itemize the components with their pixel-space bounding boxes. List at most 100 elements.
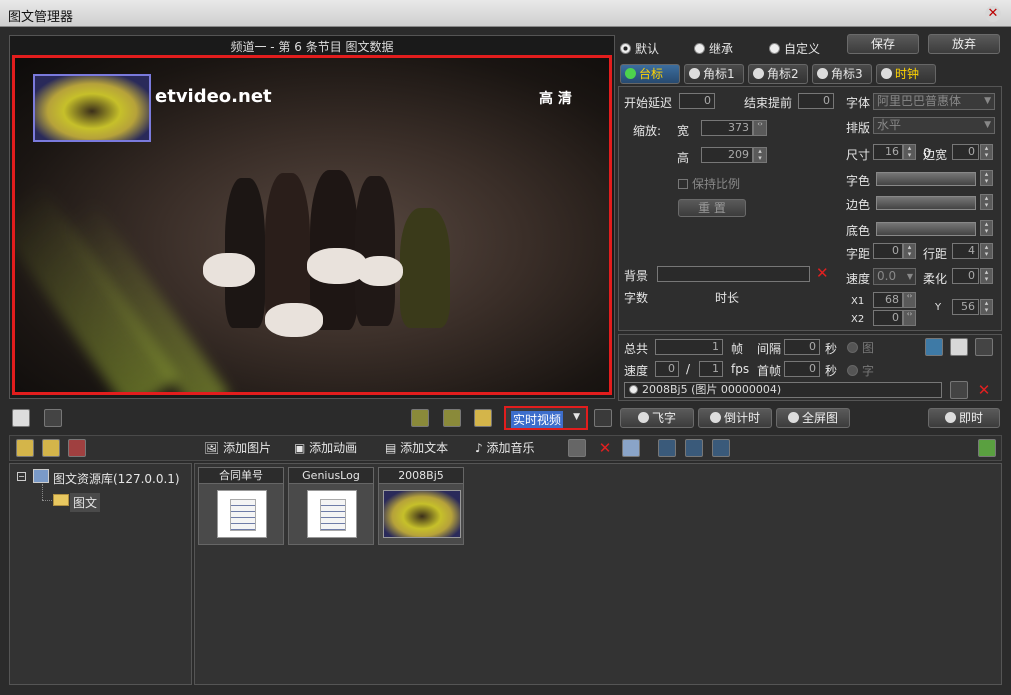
library-item[interactable]: GeniusLog [288,467,374,545]
y-input[interactable]: 56 [952,299,979,315]
save-button[interactable]: 保存 [847,34,919,54]
add-animation-button[interactable]: ▣ 添加动画 [294,440,357,456]
save-icon[interactable] [950,381,968,399]
grid-view-icon[interactable] [712,439,730,457]
x2-input[interactable]: 0 [873,310,903,326]
soft-spinner[interactable]: ▴ ▾ [980,268,993,284]
flying-text-button[interactable]: 飞字 [620,408,694,428]
height-spinner[interactable]: ▴ ▾ [753,147,767,163]
keep-ratio-checkbox[interactable]: 保持比例 [678,175,740,192]
radio-inherit[interactable]: 继承 [694,40,733,57]
radio-custom[interactable]: 自定义 [769,40,820,57]
monitor-icon[interactable] [594,409,612,427]
folder-icon [53,494,69,506]
radio-default[interactable]: 默认 [620,40,659,57]
tab-corner-3[interactable]: 角标3 [812,64,872,84]
refresh-icon[interactable] [978,439,996,457]
soft-input[interactable]: 0 [952,268,979,284]
paste-icon[interactable] [443,409,461,427]
start-delay-input[interactable]: 0 [679,93,715,109]
save-icon[interactable] [44,409,62,427]
discard-button[interactable]: 放弃 [928,34,1000,54]
tab-corner-1[interactable]: 角标1 [684,64,744,84]
tab-corner-2[interactable]: 角标2 [748,64,808,84]
end-ahead-input[interactable]: 0 [798,93,834,109]
open-folder-icon[interactable] [474,409,492,427]
instant-button[interactable]: 即时 [928,408,1000,428]
font-color-picker[interactable] [876,172,976,186]
spacing-input[interactable]: 0 [873,243,903,259]
border-spinner[interactable]: ▴ ▾ [980,144,993,160]
edge-color-spinner[interactable]: ▴ ▾ [980,194,993,210]
countdown-button[interactable]: 倒计时 [698,408,772,428]
tree-item-tuwen[interactable]: 图文 [70,493,101,512]
rename-folder-icon[interactable] [42,439,60,457]
x2-spinner[interactable]: ‹› [903,310,916,326]
video-source-select[interactable]: 实时视频 ▼ [504,406,588,430]
spacing-spinner[interactable]: ▴ ▾ [903,243,916,259]
tree-root-label[interactable]: 图文资源库(127.0.0.1) [53,470,180,487]
bg-color-picker[interactable] [876,222,976,236]
soft-label: 柔化 [923,272,948,286]
radio-image[interactable]: 图 [847,339,874,356]
radio-label: 默认 [635,42,660,56]
speed-select[interactable]: 0.0 ▼ [873,268,916,285]
properties-icon[interactable] [568,439,586,457]
edge-color-picker[interactable] [876,196,976,210]
font-select[interactable]: 阿里巴巴普惠体 ▼ [873,93,995,110]
tab-indicator-icon [625,68,636,79]
new-document-icon[interactable] [950,338,968,356]
list-view-icon[interactable] [685,439,703,457]
scale-label: 缩放: [633,124,662,138]
copy-icon[interactable] [411,409,429,427]
background-input[interactable] [657,266,810,282]
interval-input[interactable]: 0 [784,339,820,355]
x1-spinner[interactable]: ‹› [903,292,916,308]
stop-icon[interactable] [12,409,30,427]
font-color-spinner[interactable]: ▴ ▾ [980,170,993,186]
first-frame-input[interactable]: 0 [784,361,820,377]
bg-color-spinner[interactable]: ▴ ▾ [980,220,993,236]
delete-item-icon[interactable]: ✕ [596,439,614,457]
logo-overlay[interactable] [33,74,151,142]
border-width-input[interactable]: 0 [952,144,979,160]
preview-icon[interactable] [622,439,640,457]
width-spinner[interactable]: ‹› [753,120,767,136]
edit-icon[interactable] [925,338,943,356]
large-icons-view-icon[interactable] [658,439,676,457]
delete-icon[interactable]: ✕ [975,381,993,399]
tab-clock[interactable]: 时钟 [876,64,936,84]
add-music-button[interactable]: ♪ 添加音乐 [475,440,535,456]
total-input[interactable]: 1 [655,339,723,355]
speed-a-input[interactable]: 0 [655,361,679,377]
tab-indicator-icon [689,68,700,79]
add-text-button[interactable]: ▤ 添加文本 [385,440,448,456]
speed-b-input[interactable]: 1 [699,361,723,377]
add-image-button[interactable]: 🖼 添加图片 [204,440,271,456]
fullscreen-button[interactable]: 全屏图 [776,408,850,428]
delete-folder-icon[interactable] [68,439,86,457]
clear-background-icon[interactable]: ✕ [816,265,832,281]
background-label: 背景 [624,269,649,283]
tab-station-logo[interactable]: 台标 [620,64,680,84]
line-spacing-spinner[interactable]: ▴ ▾ [980,243,993,259]
size-spinner[interactable]: ▴ ▾ [903,144,916,160]
save-icon[interactable] [975,338,993,356]
library-item[interactable]: 2008Bj5 [378,467,464,545]
close-button[interactable]: ✕ [985,6,1001,22]
radio-text[interactable]: 字 [847,362,874,379]
width-input[interactable]: 373 [701,120,753,136]
y-spinner[interactable]: ▴ ▾ [980,299,993,315]
window-title: 图文管理器 [8,10,74,25]
size-input[interactable]: 16 [873,144,903,160]
layout-select[interactable]: 水平 ▼ [873,117,995,134]
height-input[interactable]: 209 [701,147,753,163]
video-preview[interactable]: etvideo.net 高 清 [12,55,612,395]
collapse-icon[interactable]: − [17,472,26,481]
line-spacing-input[interactable]: 4 [952,243,979,259]
reset-button[interactable]: 重 置 [678,199,746,217]
x1-input[interactable]: 68 [873,292,903,308]
library-item[interactable]: 合同单号 [198,467,284,545]
new-folder-icon[interactable] [16,439,34,457]
item-info-field[interactable]: 2008Bj5 (图片 00000004) [624,382,942,398]
